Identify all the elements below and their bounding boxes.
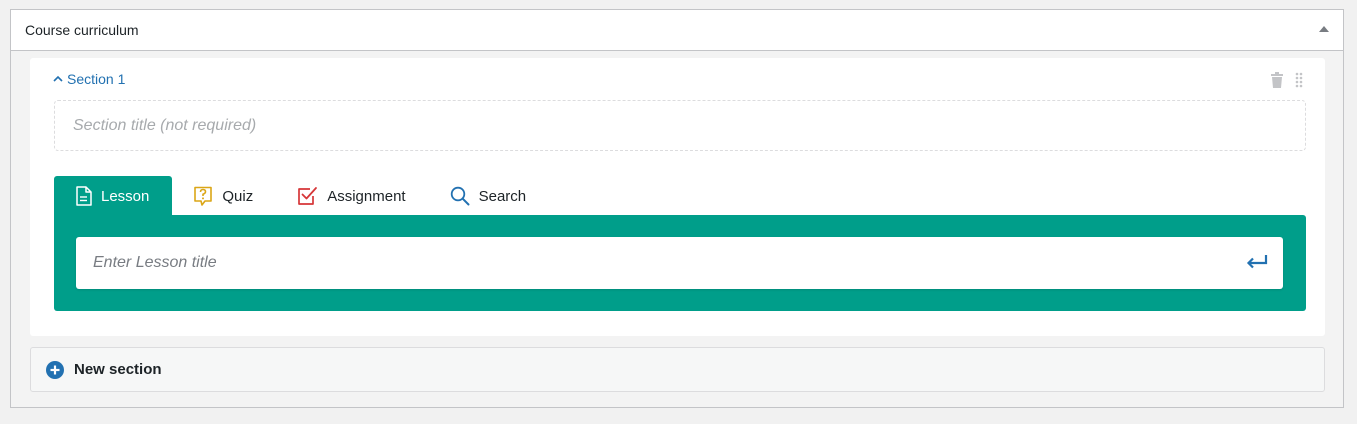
section-title-input[interactable]: [54, 100, 1306, 151]
tab-lesson[interactable]: Lesson: [54, 176, 173, 216]
enter-icon[interactable]: [1245, 254, 1269, 270]
tab-quiz-label: Quiz: [222, 187, 254, 205]
tab-assignment[interactable]: Assignment: [276, 176, 428, 216]
section-card: Section 1 Section title (not required) L…: [30, 58, 1325, 336]
tab-assignment-label: Assignment: [327, 187, 406, 205]
metabox-header: Course curriculum: [11, 10, 1343, 51]
section-toggle[interactable]: Section 1: [53, 71, 125, 87]
tab-search[interactable]: Search: [429, 176, 550, 216]
document-icon: [76, 186, 92, 206]
new-section-label: New section: [74, 361, 162, 378]
trash-icon[interactable]: [1270, 72, 1284, 88]
checkbox-icon: [298, 187, 318, 205]
lesson-tab-panel: [54, 215, 1306, 311]
lesson-input-wrapper: [76, 237, 1283, 289]
course-curriculum-metabox: Course curriculum Section 1 Section titl…: [10, 9, 1344, 408]
lesson-title-input[interactable]: [76, 237, 1283, 289]
item-type-tabs: Lesson Quiz Assignment Search: [54, 176, 549, 216]
section-toggle-label: Section 1: [67, 71, 126, 87]
drag-handle-icon[interactable]: [1295, 72, 1303, 88]
plus-circle-icon: [46, 360, 64, 379]
collapse-toggle-icon[interactable]: [1319, 26, 1329, 32]
tab-search-label: Search: [478, 187, 527, 205]
question-bubble-icon: [194, 186, 213, 206]
new-section-button[interactable]: New section: [30, 347, 1325, 392]
metabox-title: Course curriculum: [25, 22, 139, 38]
tab-quiz[interactable]: Quiz: [172, 176, 276, 216]
search-icon: [450, 186, 470, 206]
tab-lesson-label: Lesson: [101, 187, 150, 205]
chevron-up-icon: [53, 75, 63, 82]
section-actions: [1270, 72, 1303, 88]
